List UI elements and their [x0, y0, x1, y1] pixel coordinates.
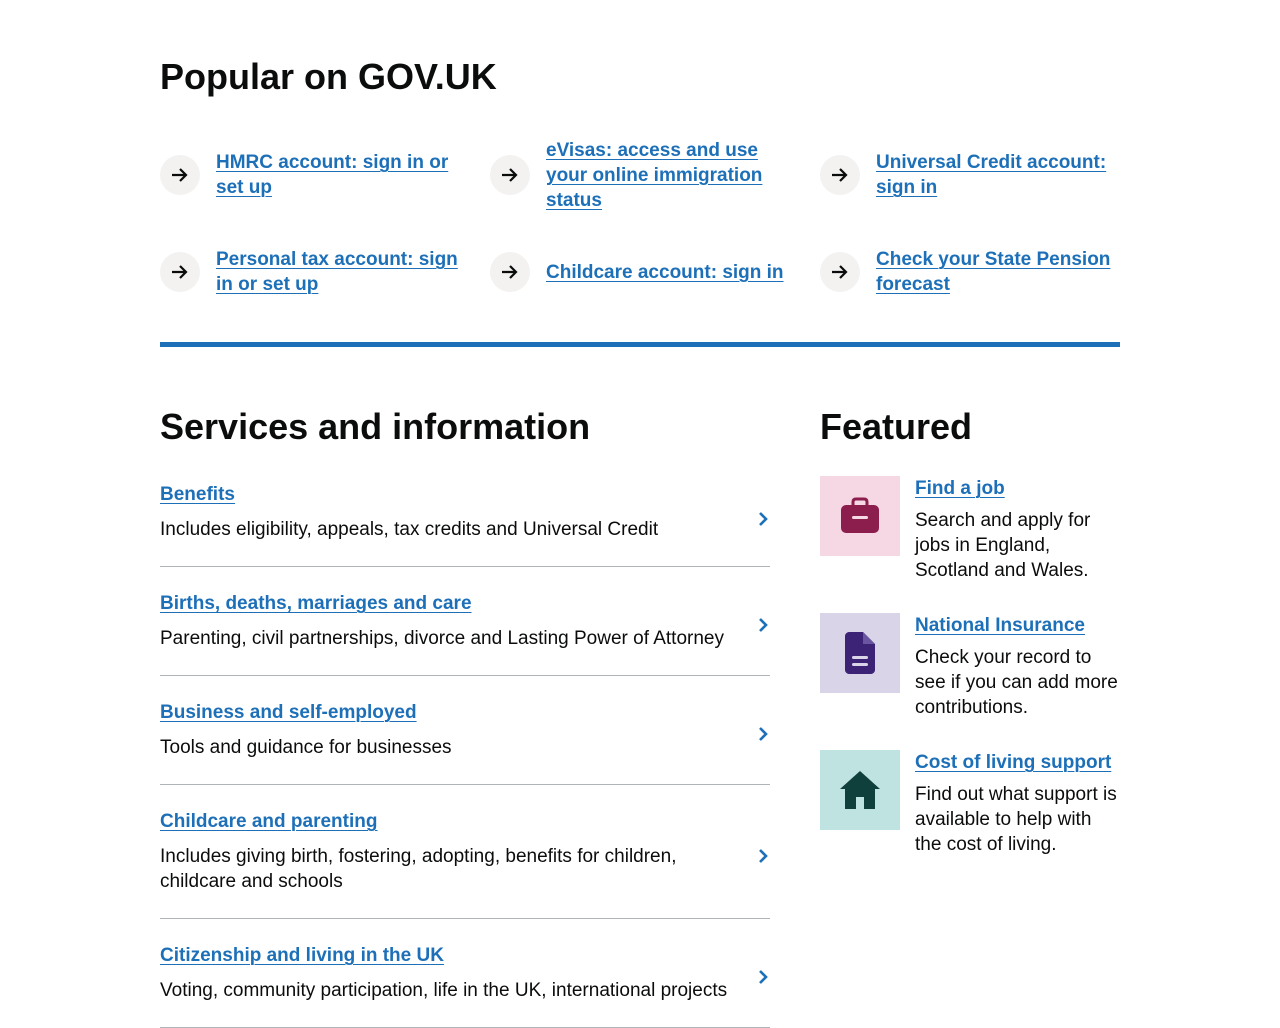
- featured-description: Search and apply for jobs in England, Sc…: [915, 510, 1091, 581]
- popular-link-personal-tax[interactable]: Personal tax account: sign in or set up: [216, 247, 466, 297]
- popular-link-evisas[interactable]: eVisas: access and use your online immig…: [546, 138, 796, 213]
- featured-description: Find out what support is available to he…: [915, 784, 1117, 855]
- featured-heading: Featured: [820, 406, 973, 447]
- list-item[interactable]: Business and self-employed Tools and gui…: [160, 676, 770, 785]
- house-icon: [820, 750, 900, 830]
- popular-item[interactable]: eVisas: access and use your online immig…: [490, 128, 820, 222]
- arrow-right-icon: [490, 252, 530, 292]
- service-description: Includes eligibility, appeals, tax credi…: [160, 519, 659, 540]
- service-link-childcare[interactable]: Childcare and parenting: [160, 809, 377, 834]
- popular-link-state-pension[interactable]: Check your State Pension forecast: [876, 247, 1120, 297]
- list-item[interactable]: Benefits Includes eligibility, appeals, …: [160, 476, 770, 567]
- services-list: Benefits Includes eligibility, appeals, …: [160, 476, 770, 1028]
- featured-description: Check your record to see if you can add …: [915, 647, 1118, 718]
- popular-item[interactable]: Childcare account: sign in: [490, 234, 820, 310]
- popular-link-hmrc[interactable]: HMRC account: sign in or set up: [216, 150, 466, 200]
- featured-link-national-insurance[interactable]: National Insurance: [915, 613, 1085, 638]
- services-heading: Services and information: [160, 406, 591, 447]
- service-link-business[interactable]: Business and self-employed: [160, 700, 417, 725]
- popular-item[interactable]: Personal tax account: sign in or set up: [160, 234, 490, 310]
- service-link-citizenship[interactable]: Citizenship and living in the UK: [160, 943, 444, 968]
- featured-link-cost-of-living[interactable]: Cost of living support: [915, 750, 1111, 775]
- list-item[interactable]: Births, deaths, marriages and care Paren…: [160, 567, 770, 676]
- popular-link-childcare[interactable]: Childcare account: sign in: [546, 260, 806, 285]
- chevron-right-icon: [758, 511, 768, 532]
- chevron-right-icon: [758, 617, 768, 638]
- section-divider: [160, 342, 1120, 347]
- featured-item[interactable]: Find a job Search and apply for jobs in …: [820, 476, 1120, 583]
- featured-item[interactable]: Cost of living support Find out what sup…: [820, 750, 1120, 857]
- popular-item[interactable]: HMRC account: sign in or set up: [160, 128, 490, 222]
- briefcase-icon: [820, 476, 900, 556]
- chevron-right-icon: [758, 848, 768, 869]
- arrow-right-icon: [820, 155, 860, 195]
- featured-item[interactable]: National Insurance Check your record to …: [820, 613, 1120, 720]
- service-description: Tools and guidance for businesses: [160, 737, 452, 758]
- document-icon: [820, 613, 900, 693]
- service-description: Voting, community participation, life in…: [160, 980, 728, 1001]
- arrow-right-icon: [160, 155, 200, 195]
- list-item[interactable]: Citizenship and living in the UK Voting,…: [160, 919, 770, 1028]
- list-item[interactable]: Childcare and parenting Includes giving …: [160, 785, 770, 919]
- popular-item[interactable]: Universal Credit account: sign in: [820, 128, 1120, 222]
- popular-link-universal-credit[interactable]: Universal Credit account: sign in: [876, 150, 1120, 200]
- service-description: Parenting, civil partnerships, divorce a…: [160, 628, 724, 649]
- service-description: Includes giving birth, fostering, adopti…: [160, 846, 677, 892]
- service-link-benefits[interactable]: Benefits: [160, 482, 235, 507]
- popular-item[interactable]: Check your State Pension forecast: [820, 234, 1120, 310]
- popular-heading: Popular on GOV.UK: [160, 56, 497, 97]
- featured-list: Find a job Search and apply for jobs in …: [820, 476, 1120, 887]
- popular-links-grid: HMRC account: sign in or set up eVisas: …: [160, 128, 1120, 310]
- service-link-births-deaths[interactable]: Births, deaths, marriages and care: [160, 591, 472, 616]
- arrow-right-icon: [820, 252, 860, 292]
- chevron-right-icon: [758, 726, 768, 747]
- chevron-right-icon: [758, 969, 768, 990]
- arrow-right-icon: [490, 155, 530, 195]
- featured-link-find-a-job[interactable]: Find a job: [915, 476, 1005, 501]
- arrow-right-icon: [160, 252, 200, 292]
